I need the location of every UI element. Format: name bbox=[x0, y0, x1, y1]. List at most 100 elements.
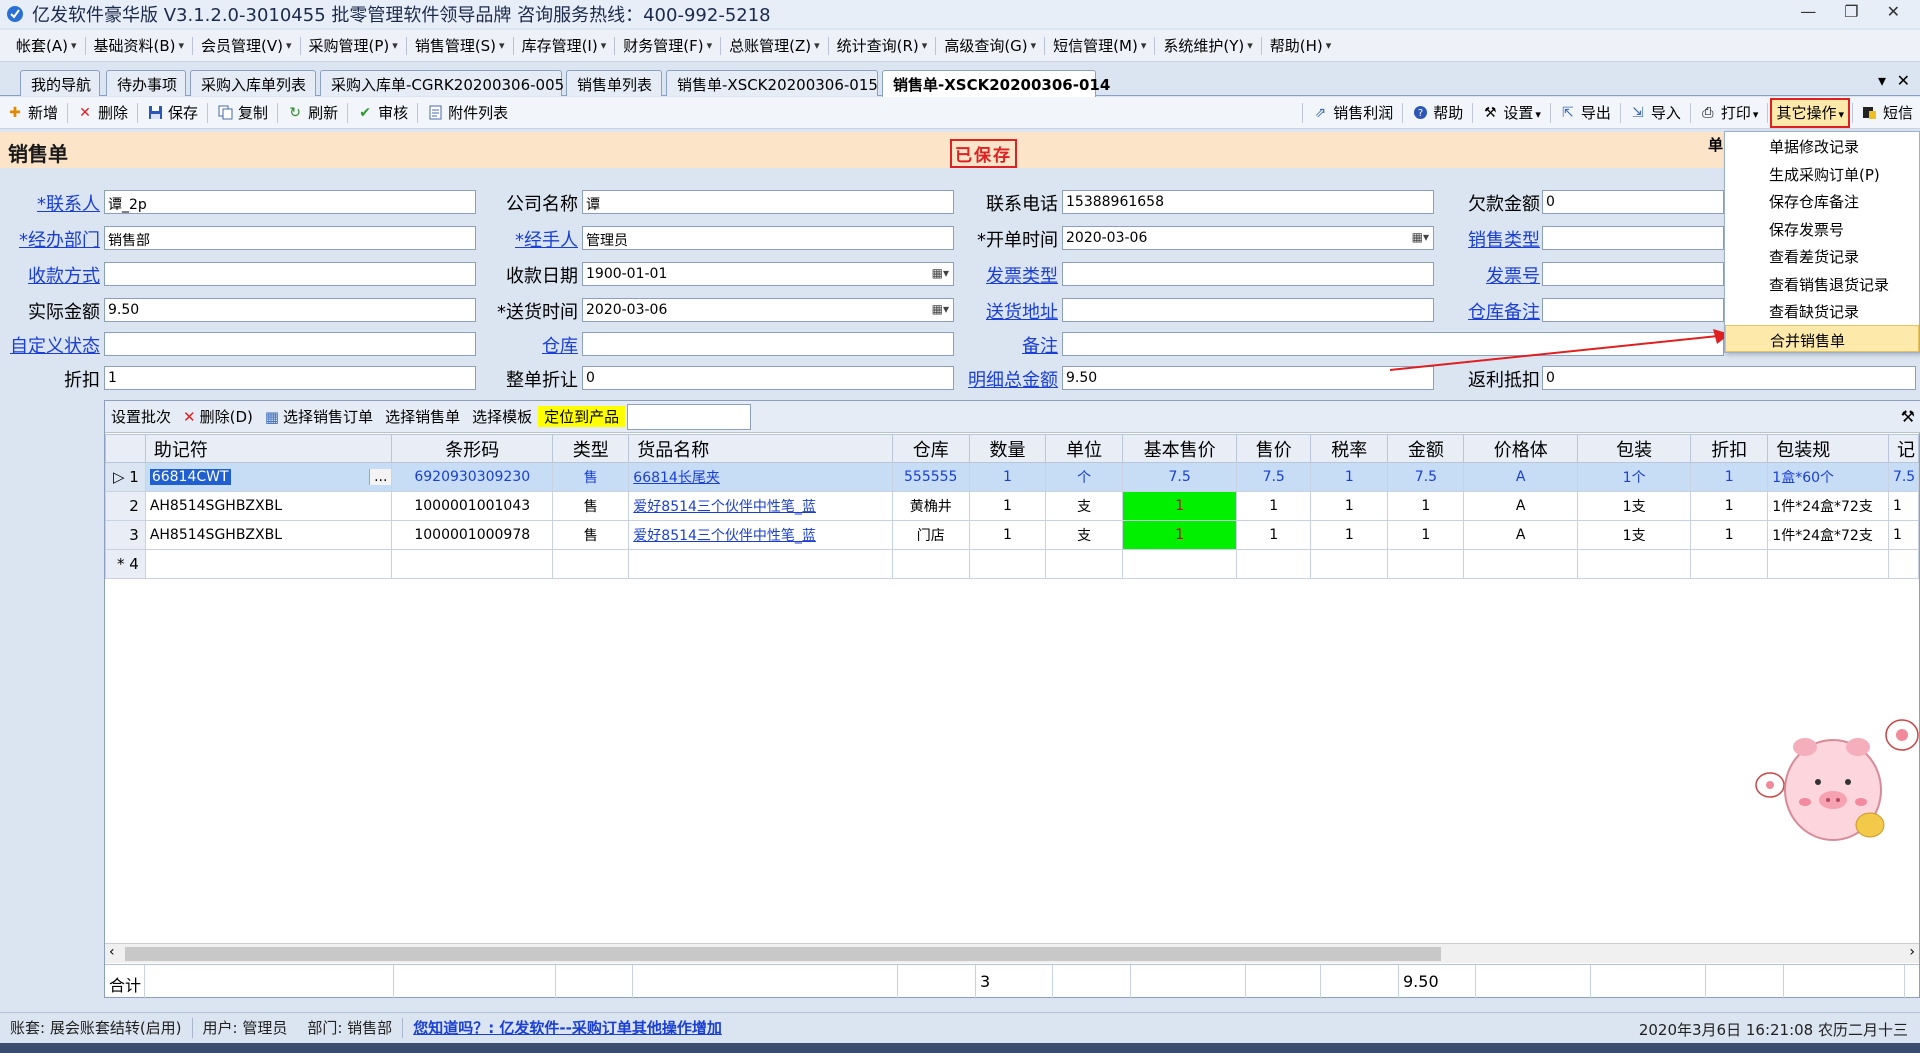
col-unit[interactable]: 单位 bbox=[1045, 434, 1124, 463]
menu-system[interactable]: 系统维护(Y) bbox=[1155, 30, 1260, 61]
menu-basic-data[interactable]: 基础资料(B) bbox=[86, 30, 193, 61]
tab-sales-list[interactable]: 销售单列表 bbox=[566, 70, 662, 96]
menu-inventory[interactable]: 库存管理(I) bbox=[514, 30, 615, 61]
refresh-button[interactable]: ↻ 刷新 bbox=[280, 100, 345, 126]
select-template-button[interactable]: 选择模板 bbox=[466, 406, 538, 427]
delivery-addr-field[interactable] bbox=[1062, 298, 1434, 322]
menu-finance[interactable]: 财务管理(F) bbox=[615, 30, 720, 61]
date-picker-icon[interactable]: ▦▾ bbox=[932, 266, 949, 280]
col-price[interactable]: 售价 bbox=[1236, 434, 1312, 463]
delivery-addr-label[interactable]: 送货地址 bbox=[986, 298, 1058, 324]
scroll-thumb[interactable] bbox=[125, 947, 1441, 961]
minimize-button[interactable]: — bbox=[1800, 2, 1816, 21]
open-time-field[interactable]: 2020-03-06 ▦▾ bbox=[1062, 226, 1434, 250]
menu-sales[interactable]: 销售管理(S) bbox=[407, 30, 513, 61]
tab-list-dropdown-icon[interactable]: ▾ bbox=[1878, 71, 1886, 90]
col-record[interactable]: 记 bbox=[1887, 434, 1920, 463]
scroll-right-icon[interactable]: › bbox=[1909, 944, 1915, 960]
menu-item-view-out-of-stock[interactable]: 查看缺货记录 bbox=[1725, 297, 1919, 325]
settings-button[interactable]: ⚒ 设置 bbox=[1475, 100, 1548, 126]
table-row[interactable]: 3 AH8514SGHBZXBL 1000001000978 售 爱好8514三… bbox=[105, 520, 1920, 550]
table-row[interactable]: ▷ 1 66814CWT... 6920930309230 售 66814长尾夹… bbox=[105, 462, 1920, 492]
phone-field[interactable]: 15388961658 bbox=[1062, 190, 1434, 214]
detail-total-label[interactable]: 明细总金额 bbox=[968, 366, 1058, 392]
code-cell-editor[interactable]: 66814CWT bbox=[149, 469, 231, 485]
table-row-new[interactable]: * 4 bbox=[105, 549, 1920, 579]
owed-field[interactable]: 0 bbox=[1542, 190, 1724, 214]
grid-settings-icon[interactable]: ⚒ bbox=[1901, 407, 1915, 426]
select-sales-order-button[interactable]: ▦ 选择销售订单 bbox=[259, 406, 379, 427]
print-button[interactable]: ⎙ 打印 bbox=[1693, 100, 1766, 126]
col-code[interactable]: 助记符 bbox=[144, 434, 393, 463]
tab-purchase-in-doc[interactable]: 采购入库单-CGRK20200306-005 bbox=[320, 70, 564, 96]
col-type[interactable]: 类型 bbox=[552, 434, 630, 463]
menu-item-view-return-records[interactable]: 查看销售退货记录 bbox=[1725, 270, 1919, 298]
col-pack[interactable]: 包装 bbox=[1577, 434, 1692, 463]
discount-field[interactable]: 1 bbox=[104, 366, 476, 390]
scroll-left-icon[interactable]: ‹ bbox=[109, 944, 115, 960]
attachments-button[interactable]: 附件列表 bbox=[420, 100, 515, 126]
menu-advanced-query[interactable]: 高级查询(G) bbox=[936, 30, 1044, 61]
col-base-price[interactable]: 基本售价 bbox=[1122, 434, 1238, 463]
invoice-type-field[interactable] bbox=[1062, 262, 1434, 286]
menu-item-save-warehouse-note[interactable]: 保存仓库备注 bbox=[1725, 187, 1919, 215]
ellipsis-button[interactable]: ... bbox=[369, 469, 391, 485]
dept-label[interactable]: *经办部门 bbox=[19, 226, 100, 252]
select-sales-doc-button[interactable]: 选择销售单 bbox=[379, 406, 466, 427]
tab-sales-doc-014[interactable]: 销售单-XSCK20200306-014 bbox=[882, 70, 1110, 97]
horizontal-scrollbar[interactable]: ‹ › bbox=[105, 943, 1919, 963]
sale-type-field[interactable] bbox=[1542, 226, 1724, 250]
tab-my-nav[interactable]: 我的导航 bbox=[20, 70, 100, 96]
menu-account[interactable]: 帐套(A) bbox=[8, 30, 85, 61]
col-discount[interactable]: 折扣 bbox=[1690, 434, 1769, 463]
wh-note-field[interactable] bbox=[1542, 298, 1724, 322]
remark-label[interactable]: 备注 bbox=[1022, 332, 1058, 358]
date-picker-icon[interactable]: ▦▾ bbox=[1412, 230, 1429, 244]
menu-item-view-shortage-records[interactable]: 查看差货记录 bbox=[1725, 242, 1919, 270]
invoice-type-label[interactable]: 发票类型 bbox=[986, 262, 1058, 288]
col-pack-spec[interactable]: 包装规 bbox=[1767, 434, 1889, 463]
other-operations-button[interactable]: 其它操作 bbox=[1770, 97, 1850, 128]
export-button[interactable]: ⇱ 导出 bbox=[1553, 100, 1618, 126]
pay-method-field[interactable] bbox=[104, 262, 476, 286]
warehouse-field[interactable] bbox=[582, 332, 954, 356]
menu-item-merge-sales-docs[interactable]: 合并销售单 bbox=[1725, 324, 1919, 352]
restore-button[interactable]: ❐ bbox=[1844, 2, 1858, 21]
delete-button[interactable]: ✕ 删除 bbox=[70, 100, 135, 126]
handler-field[interactable]: 管理员 bbox=[582, 226, 954, 250]
copy-button[interactable]: 复制 bbox=[210, 100, 275, 126]
audit-button[interactable]: ✔ 审核 bbox=[350, 100, 415, 126]
sms-button[interactable]: 短信 bbox=[1855, 100, 1920, 126]
contact-label[interactable]: *联系人 bbox=[37, 190, 100, 216]
locate-product-input[interactable] bbox=[627, 403, 752, 430]
date-picker-icon[interactable]: ▦▾ bbox=[932, 302, 949, 316]
close-tab-icon[interactable]: ✕ bbox=[1897, 71, 1910, 90]
status-tip-link[interactable]: 您知道吗？: 亿发软件--采购订单其他操作增加 bbox=[403, 1017, 732, 1038]
contact-field[interactable]: 谭_2p bbox=[104, 190, 476, 214]
pay-method-label[interactable]: 收款方式 bbox=[28, 262, 100, 288]
grid-delete-button[interactable]: ✕ 删除(D) bbox=[177, 406, 259, 427]
import-button[interactable]: ⇲ 导入 bbox=[1623, 100, 1688, 126]
invoice-no-label[interactable]: 发票号 bbox=[1486, 262, 1540, 288]
pay-date-field[interactable]: 1900-01-01 ▦▾ bbox=[582, 262, 954, 286]
tab-sales-doc-015[interactable]: 销售单-XSCK20200306-015 bbox=[666, 70, 878, 96]
table-row[interactable]: 2 AH8514SGHBZXBL 1000001001043 售 爱好8514三… bbox=[105, 491, 1920, 521]
actual-amount-field[interactable]: 9.50 bbox=[104, 298, 476, 322]
custom-status-field[interactable] bbox=[104, 332, 476, 356]
dept-field[interactable]: 销售部 bbox=[104, 226, 476, 250]
new-button[interactable]: ✚ 新增 bbox=[0, 100, 65, 126]
warehouse-label[interactable]: 仓库 bbox=[542, 332, 578, 358]
menu-purchase[interactable]: 采购管理(P) bbox=[301, 30, 406, 61]
product-name-link[interactable]: 66814长尾夹 bbox=[628, 462, 893, 492]
menu-item-generate-purchase-order[interactable]: 生成采购订单(P) bbox=[1725, 160, 1919, 188]
product-name-link[interactable]: 爱好8514三个伙伴中性笔_蓝 bbox=[628, 491, 893, 521]
invoice-no-field[interactable] bbox=[1542, 262, 1724, 286]
close-window-button[interactable]: ✕ bbox=[1887, 2, 1900, 21]
custom-status-label[interactable]: 自定义状态 bbox=[10, 332, 100, 358]
col-warehouse[interactable]: 仓库 bbox=[891, 434, 970, 463]
set-batch-button[interactable]: 设置批次 bbox=[105, 406, 177, 427]
tab-todo[interactable]: 待办事项 bbox=[106, 70, 186, 96]
menu-item-edit-history[interactable]: 单据修改记录 bbox=[1725, 132, 1919, 160]
menu-item-save-invoice-no[interactable]: 保存发票号 bbox=[1725, 215, 1919, 243]
col-name[interactable]: 货品名称 bbox=[628, 434, 893, 463]
